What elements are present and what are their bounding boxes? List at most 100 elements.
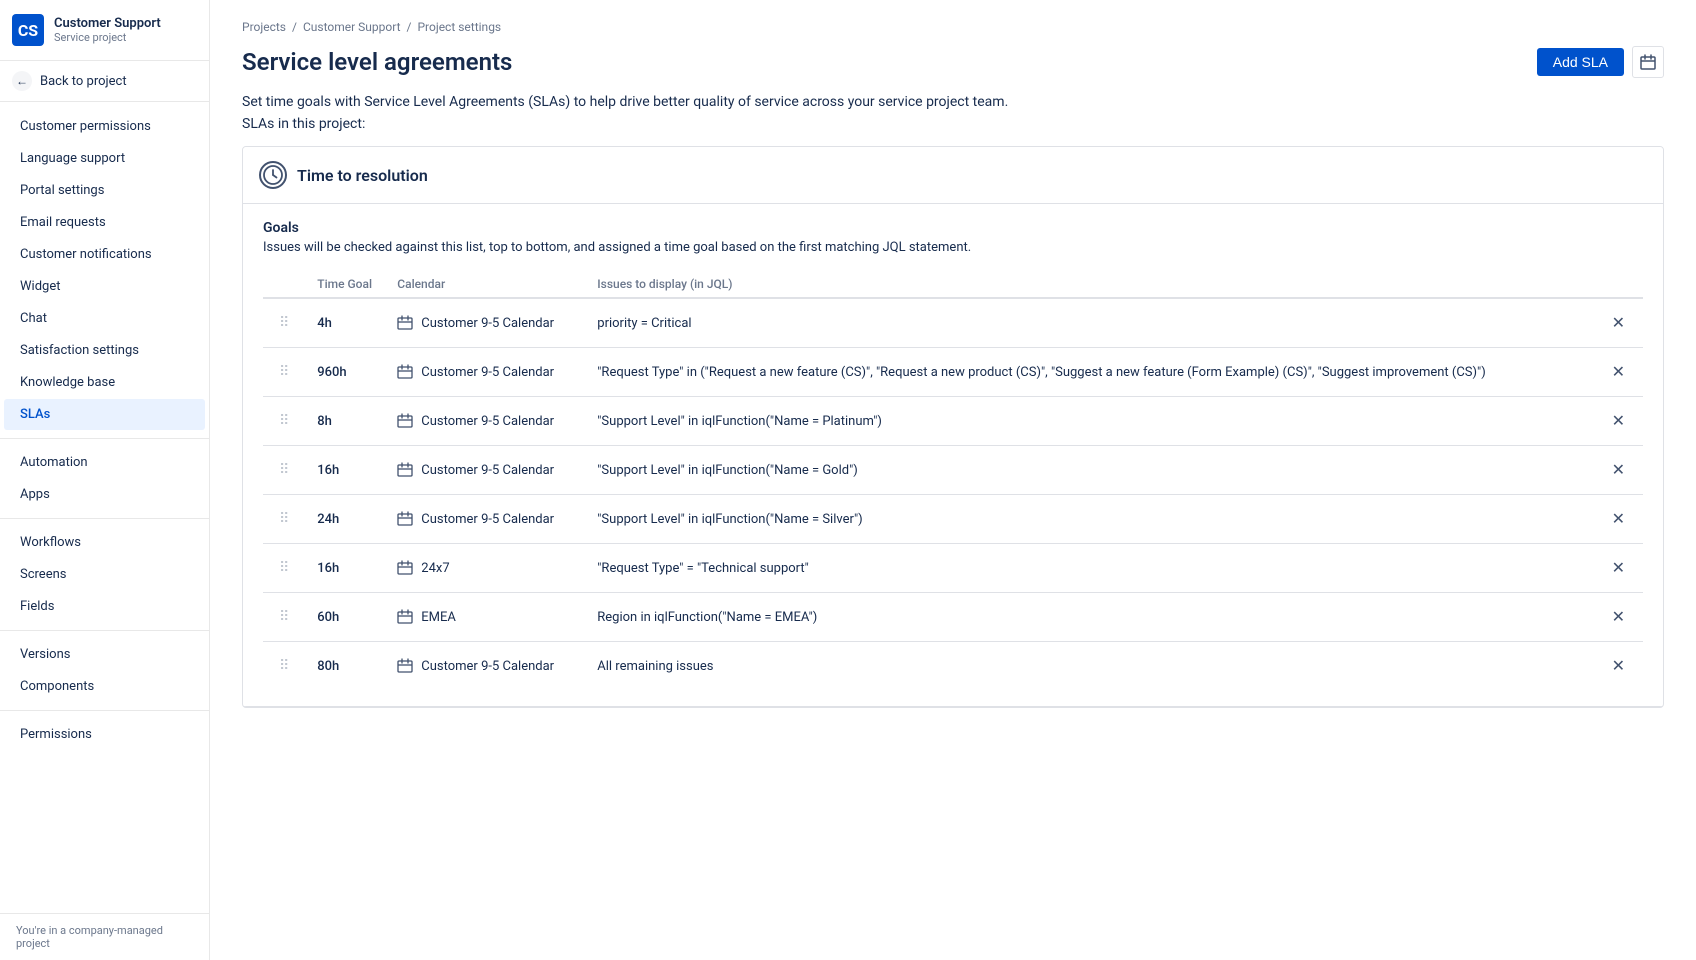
sla-card: Time to resolution Goals Issues will be … — [242, 146, 1664, 708]
table-row: ⠿ 960h Customer 9-5 Calendar "Request Typ… — [263, 348, 1643, 397]
drag-handle[interactable]: ⠿ — [275, 364, 293, 380]
calendar-name: Customer 9-5 Calendar — [421, 414, 554, 429]
sla-card-title: Time to resolution — [297, 166, 428, 185]
sidebar-item-customer-notifications[interactable]: Customer notifications — [4, 239, 205, 270]
jql-cell: "Support Level" in iqlFunction("Name = P… — [585, 397, 1593, 446]
sidebar-item-components[interactable]: Components — [4, 671, 205, 702]
sidebar-divider-3 — [0, 630, 209, 631]
remove-cell: ✕ — [1594, 544, 1643, 593]
sidebar-item-versions[interactable]: Versions — [4, 639, 205, 670]
drag-handle[interactable]: ⠿ — [275, 413, 293, 429]
calendar-name: Customer 9-5 Calendar — [421, 512, 554, 527]
calendar-cell: Customer 9-5 Calendar — [385, 446, 585, 495]
breadcrumb-projects[interactable]: Projects — [242, 20, 286, 34]
sidebar-item-email-requests[interactable]: Email requests — [4, 207, 205, 238]
drag-handle[interactable]: ⠿ — [275, 315, 293, 331]
goals-section: Goals Issues will be checked against thi… — [243, 204, 1663, 707]
sidebar-item-automation[interactable]: Automation — [4, 447, 205, 478]
breadcrumb: Projects / Customer Support / Project se… — [242, 20, 1664, 34]
time-goal-value: 80h — [317, 659, 339, 674]
remove-row-button[interactable]: ✕ — [1606, 605, 1631, 629]
calendar-name: Customer 9-5 Calendar — [421, 365, 554, 380]
calendar-cell: Customer 9-5 Calendar — [385, 298, 585, 348]
remove-cell: ✕ — [1594, 348, 1643, 397]
remove-row-button[interactable]: ✕ — [1606, 409, 1631, 433]
back-to-project[interactable]: ← Back to project — [0, 61, 209, 102]
remove-row-button[interactable]: ✕ — [1606, 360, 1631, 384]
remove-row-button[interactable]: ✕ — [1606, 458, 1631, 482]
drag-handle[interactable]: ⠿ — [275, 658, 293, 674]
goals-table: Time Goal Calendar Issues to display (in… — [263, 271, 1643, 690]
calendar-cell: Customer 9-5 Calendar — [385, 397, 585, 446]
time-goal-value: 16h — [317, 561, 339, 576]
sidebar-item-workflows[interactable]: Workflows — [4, 527, 205, 558]
remove-row-button[interactable]: ✕ — [1606, 507, 1631, 531]
calendar-cell-icon — [397, 609, 413, 625]
time-goal-cell: 8h — [305, 397, 385, 446]
time-goal-cell: 4h — [305, 298, 385, 348]
calendar-cell-icon — [397, 315, 413, 331]
remove-cell: ✕ — [1594, 642, 1643, 691]
breadcrumb-customer-support[interactable]: Customer Support — [303, 20, 401, 34]
calendar-name: Customer 9-5 Calendar — [421, 316, 554, 331]
sidebar-item-screens[interactable]: Screens — [4, 559, 205, 590]
main-content: Projects / Customer Support / Project se… — [210, 0, 1696, 960]
sidebar-item-fields[interactable]: Fields — [4, 591, 205, 622]
calendar-button[interactable] — [1632, 46, 1664, 78]
time-goal-cell: 16h — [305, 446, 385, 495]
table-row: ⠿ 80h Customer 9-5 Calendar All remaining… — [263, 642, 1643, 691]
calendar-icon — [1640, 54, 1656, 70]
time-goal-value: 60h — [317, 610, 339, 625]
remove-cell: ✕ — [1594, 397, 1643, 446]
sidebar-item-widget[interactable]: Widget — [4, 271, 205, 302]
sla-card-header: Time to resolution — [243, 147, 1663, 204]
clock-icon — [259, 161, 287, 189]
remove-row-button[interactable]: ✕ — [1606, 311, 1631, 335]
time-goal-cell: 16h — [305, 544, 385, 593]
remove-cell: ✕ — [1594, 593, 1643, 642]
sla-table-body: ⠿4h Customer 9-5 Calendar priority = Cri… — [263, 298, 1643, 690]
remove-row-button[interactable]: ✕ — [1606, 654, 1631, 678]
jql-cell: "Request Type" in ("Request a new featur… — [585, 348, 1593, 397]
calendar-cell: Customer 9-5 Calendar — [385, 642, 585, 691]
sidebar-item-portal-settings[interactable]: Portal settings — [4, 175, 205, 206]
time-goal-value: 960h — [317, 365, 346, 380]
th-drag — [263, 271, 305, 298]
table-row: ⠿60h EMEA Region in iqlFunction("Name = … — [263, 593, 1643, 642]
table-row: ⠿4h Customer 9-5 Calendar priority = Cri… — [263, 298, 1643, 348]
sidebar-item-permissions[interactable]: Permissions — [4, 719, 205, 750]
jql-cell: All remaining issues — [585, 642, 1593, 691]
time-goal-value: 4h — [317, 316, 332, 331]
sidebar-divider-1 — [0, 438, 209, 439]
calendar-cell: Customer 9-5 Calendar — [385, 495, 585, 544]
sidebar-item-apps[interactable]: Apps — [4, 479, 205, 510]
remove-row-button[interactable]: ✕ — [1606, 556, 1631, 580]
add-sla-button[interactable]: Add SLA — [1537, 48, 1624, 76]
jql-cell: "Support Level" in iqlFunction("Name = S… — [585, 495, 1593, 544]
back-icon: ← — [12, 71, 32, 91]
calendar-cell-icon — [397, 462, 413, 478]
sidebar-item-customer-permissions[interactable]: Customer permissions — [4, 111, 205, 142]
time-goal-value: 8h — [317, 414, 332, 429]
calendar-cell-icon — [397, 560, 413, 576]
sla-label: SLAs in this project: — [242, 116, 1664, 132]
calendar-cell-icon — [397, 364, 413, 380]
breadcrumb-sep-1: / — [292, 20, 297, 34]
sidebar-item-knowledge-base[interactable]: Knowledge base — [4, 367, 205, 398]
project-name: Customer Support — [54, 16, 161, 32]
sidebar-item-language-support[interactable]: Language support — [4, 143, 205, 174]
time-goal-value: 24h — [317, 512, 339, 527]
drag-handle[interactable]: ⠿ — [275, 560, 293, 576]
sidebar-item-satisfaction-settings[interactable]: Satisfaction settings — [4, 335, 205, 366]
sidebar-item-chat[interactable]: Chat — [4, 303, 205, 334]
th-time-goal: Time Goal — [305, 271, 385, 298]
project-logo: CS — [12, 14, 44, 46]
calendar-name: Customer 9-5 Calendar — [421, 463, 554, 478]
drag-handle[interactable]: ⠿ — [275, 462, 293, 478]
drag-handle[interactable]: ⠿ — [275, 511, 293, 527]
breadcrumb-current: Project settings — [417, 20, 501, 34]
sidebar-footer: You're in a company-managed project — [0, 913, 209, 960]
table-header-row: Time Goal Calendar Issues to display (in… — [263, 271, 1643, 298]
drag-handle[interactable]: ⠿ — [275, 609, 293, 625]
sidebar-item-slas[interactable]: SLAs — [4, 399, 205, 430]
